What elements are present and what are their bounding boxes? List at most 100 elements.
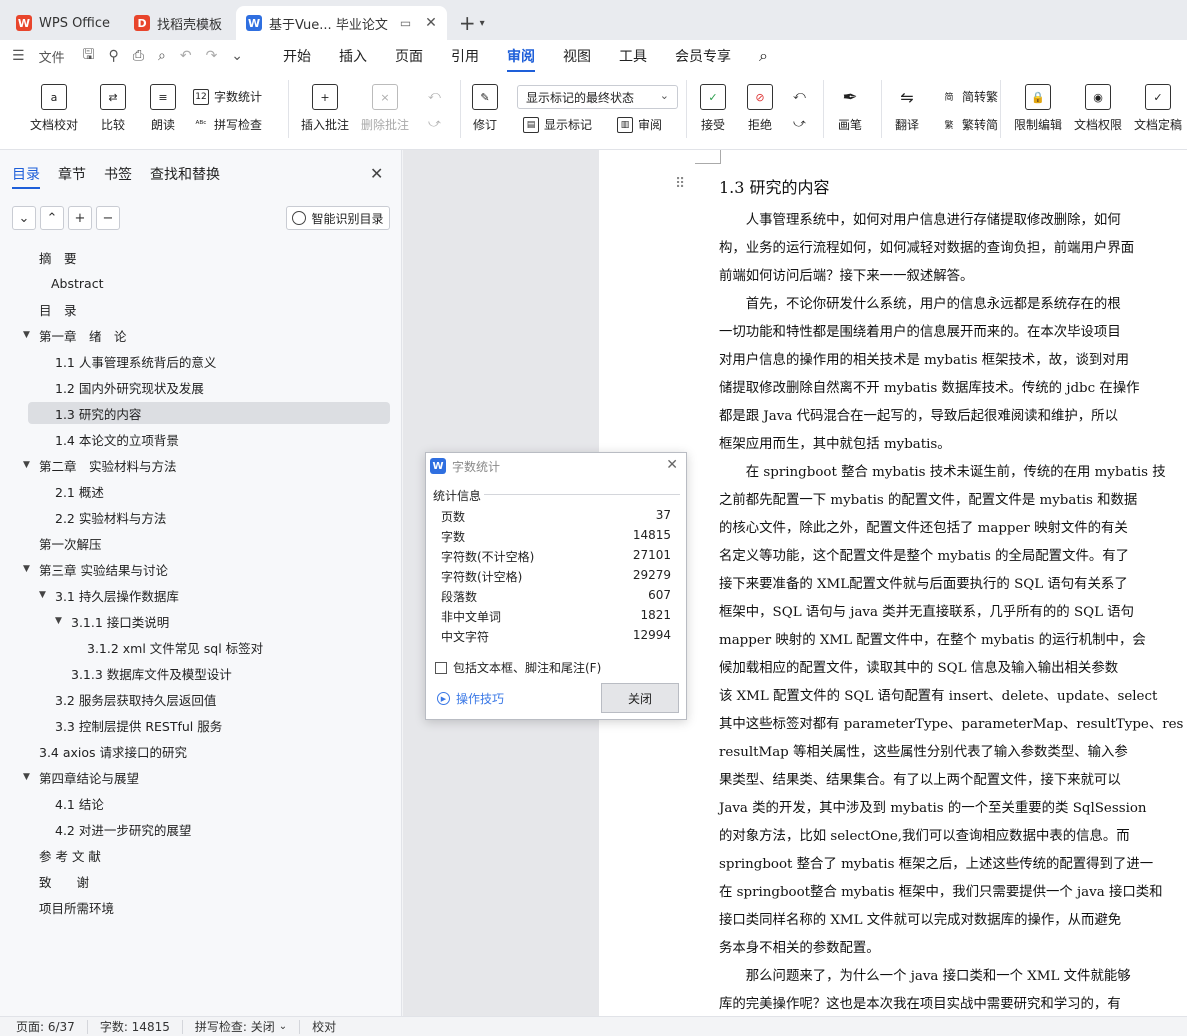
toc-item[interactable]: 3.2 服务层获取持久层返回值 bbox=[0, 688, 400, 710]
prev-comment-icon[interactable]: ⤺ bbox=[428, 88, 441, 103]
file-menu[interactable]: 文件 bbox=[39, 47, 65, 66]
tips-link[interactable]: ▶ 操作技巧 bbox=[437, 690, 504, 707]
doc-check-button[interactable]: a 文档校对 bbox=[30, 84, 78, 133]
checkbox-box[interactable] bbox=[435, 661, 447, 674]
save-icon[interactable]: 🖫 bbox=[83, 44, 95, 68]
menu-page[interactable]: 页面 bbox=[395, 46, 423, 66]
new-tab-button[interactable]: + ▾ bbox=[451, 6, 493, 40]
close-icon[interactable]: ✕ bbox=[666, 457, 678, 473]
menu-home[interactable]: 开始 bbox=[283, 46, 311, 66]
doc-permission-button[interactable]: ◉ 文档权限 bbox=[1074, 84, 1122, 133]
menu-view[interactable]: 视图 bbox=[563, 46, 591, 66]
expand-arrow-icon[interactable]: ▼ bbox=[23, 330, 30, 340]
toc-item[interactable]: 目 录 bbox=[0, 298, 400, 320]
more-chevron-icon[interactable]: ⌄ bbox=[231, 48, 243, 64]
include-textbox-checkbox[interactable]: 包括文本框、脚注和尾注(F) bbox=[435, 659, 601, 676]
doc-finalize-button[interactable]: ✓ 文档定稿 bbox=[1134, 84, 1182, 133]
tab-chapters[interactable]: 章节 bbox=[58, 164, 86, 184]
toc-item[interactable]: 第三章 实验结果与讨论 ▼ bbox=[0, 558, 400, 580]
compare-button[interactable]: ⇄ 比较 bbox=[100, 84, 126, 133]
toc-item[interactable]: 1.3 研究的内容 bbox=[28, 402, 390, 424]
toc-item[interactable]: 第四章结论与展望 ▼ bbox=[0, 766, 400, 788]
search-icon[interactable]: ⌕ bbox=[759, 46, 768, 66]
chevron-down-icon[interactable]: ▾ bbox=[480, 18, 485, 29]
toc-item[interactable]: 第二章 实验材料与方法 ▼ bbox=[0, 454, 400, 476]
expand-arrow-icon[interactable]: ▼ bbox=[23, 772, 30, 782]
spell-check-button[interactable]: ᴬᴮᶜ 拼写检查 bbox=[193, 116, 262, 133]
screen-icon[interactable]: ▭ bbox=[400, 16, 411, 30]
toc-item[interactable]: 3.1.2 xml 文件常见 sql 标签对 bbox=[0, 636, 400, 658]
toc-item[interactable]: 3.3 控制层提供 RESTful 服务 bbox=[0, 714, 400, 736]
toc-item[interactable]: 参 考 文 献 bbox=[0, 844, 400, 866]
menu-review[interactable]: 审阅 bbox=[507, 46, 536, 72]
toc-item[interactable]: 4.1 结论 bbox=[0, 792, 400, 814]
page-indicator[interactable]: 页面: 6/37 bbox=[0, 1019, 88, 1034]
accept-button[interactable]: ✓ 接受 bbox=[700, 84, 726, 133]
proofread-indicator[interactable]: 校对 bbox=[300, 1020, 348, 1034]
toc-item[interactable]: 2.2 实验材料与方法 bbox=[0, 506, 400, 528]
prev-change-icon[interactable]: ⤺ bbox=[793, 88, 806, 103]
toc-item[interactable]: 致 谢 bbox=[0, 870, 400, 892]
toc-item[interactable]: 3.1.3 数据库文件及模型设计 bbox=[0, 662, 400, 684]
next-comment-icon[interactable]: ⤻ bbox=[428, 116, 441, 131]
toc-item[interactable]: 3.1.1 接口类说明 ▼ bbox=[0, 610, 400, 632]
translate-button[interactable]: ⇋ 翻译 bbox=[894, 84, 920, 133]
menu-member[interactable]: 会员专享 bbox=[675, 46, 731, 66]
toc-item[interactable]: 1.4 本论文的立项背景 bbox=[0, 428, 400, 450]
tab-find-replace[interactable]: 查找和替换 bbox=[150, 164, 220, 184]
toc-item[interactable]: 1.2 国内外研究现状及发展 bbox=[0, 376, 400, 398]
tab-toc[interactable]: 目录 bbox=[12, 164, 40, 189]
hamburger-icon[interactable]: ☰ bbox=[12, 48, 25, 64]
print-icon[interactable]: ⎙ bbox=[133, 48, 144, 64]
close-pane-icon[interactable]: ✕ bbox=[370, 164, 383, 183]
close-tab-icon[interactable]: ✕ bbox=[425, 15, 437, 31]
tab-bookmarks[interactable]: 书签 bbox=[104, 164, 132, 184]
add-heading-icon[interactable]: + bbox=[68, 206, 92, 230]
tab-docer-templates[interactable]: D 找稻壳模板 bbox=[124, 6, 232, 40]
toc-item[interactable]: 2.1 概述 bbox=[0, 480, 400, 502]
smart-toc-button[interactable]: 智能识别目录 bbox=[286, 206, 390, 230]
drag-handle-icon[interactable]: ⠿ bbox=[675, 176, 685, 192]
print-preview-icon[interactable]: ⌕ bbox=[158, 48, 166, 64]
spell-check-indicator[interactable]: 拼写检查: 关闭 ⌄ bbox=[183, 1019, 301, 1034]
menu-tools[interactable]: 工具 bbox=[619, 46, 647, 66]
toc-item[interactable]: 4.2 对进一步研究的展望 bbox=[0, 818, 400, 840]
toc-item[interactable]: 第一章 绪 论 ▼ bbox=[0, 324, 400, 346]
word-count-button[interactable]: 12 字数统计 bbox=[193, 88, 262, 105]
expand-arrow-icon[interactable]: ▼ bbox=[39, 590, 46, 600]
expand-arrow-icon[interactable]: ▼ bbox=[23, 564, 30, 574]
delete-comment-button[interactable]: × 删除批注 bbox=[361, 84, 409, 133]
to-traditional-button[interactable]: 简 简转繁 bbox=[941, 88, 998, 105]
markup-state-select[interactable]: 显示标记的最终状态 ⌄ bbox=[517, 85, 678, 109]
track-changes-button[interactable]: ✎ 修订 bbox=[472, 84, 498, 133]
toc-item[interactable]: Abstract bbox=[0, 272, 400, 294]
toc-item[interactable]: 第一次解压 bbox=[0, 532, 400, 554]
toc-item[interactable]: 3.1 持久层操作数据库 ▼ bbox=[0, 584, 400, 606]
toc-item[interactable]: 项目所需环境 bbox=[0, 896, 400, 918]
toc-item[interactable]: 1.1 人事管理系统背后的意义 bbox=[0, 350, 400, 372]
remove-heading-icon[interactable]: − bbox=[96, 206, 120, 230]
expand-arrow-icon[interactable]: ▼ bbox=[23, 460, 30, 470]
read-aloud-button[interactable]: ≡ 朗读 bbox=[150, 84, 176, 133]
link-icon[interactable]: ⚲ bbox=[109, 48, 119, 64]
review-pane-button[interactable]: ▥ 审阅 bbox=[617, 116, 662, 133]
menu-references[interactable]: 引用 bbox=[451, 46, 479, 66]
toc-item[interactable]: 3.4 axios 请求接口的研究 bbox=[0, 740, 400, 762]
redo-icon[interactable]: ↷ bbox=[206, 48, 218, 64]
reject-button[interactable]: ⊘ 拒绝 bbox=[747, 84, 773, 133]
pen-button[interactable]: ✒ 画笔 bbox=[837, 84, 863, 133]
word-count-indicator[interactable]: 字数: 14815 bbox=[88, 1019, 183, 1034]
close-button[interactable]: 关闭 bbox=[601, 683, 679, 713]
expand-arrow-icon[interactable]: ▼ bbox=[55, 616, 62, 626]
toc-item[interactable]: 摘 要 bbox=[0, 246, 400, 268]
restrict-edit-button[interactable]: 🔒 限制编辑 bbox=[1014, 84, 1062, 133]
tab-thesis-document[interactable]: W 基于Vue... 毕业论文 ▭ ✕ bbox=[236, 6, 447, 40]
menu-insert[interactable]: 插入 bbox=[339, 46, 367, 66]
tab-wps-office[interactable]: W WPS Office bbox=[6, 6, 120, 40]
to-simplified-button[interactable]: 繁 繁转简 bbox=[941, 116, 998, 133]
insert-comment-button[interactable]: + 插入批注 bbox=[301, 84, 349, 133]
collapse-chevron-icon[interactable]: ⌃ bbox=[40, 206, 64, 230]
undo-icon[interactable]: ↶ bbox=[180, 48, 192, 64]
next-change-icon[interactable]: ⤻ bbox=[793, 116, 806, 131]
show-markup-button[interactable]: ▤ 显示标记 bbox=[523, 116, 592, 133]
